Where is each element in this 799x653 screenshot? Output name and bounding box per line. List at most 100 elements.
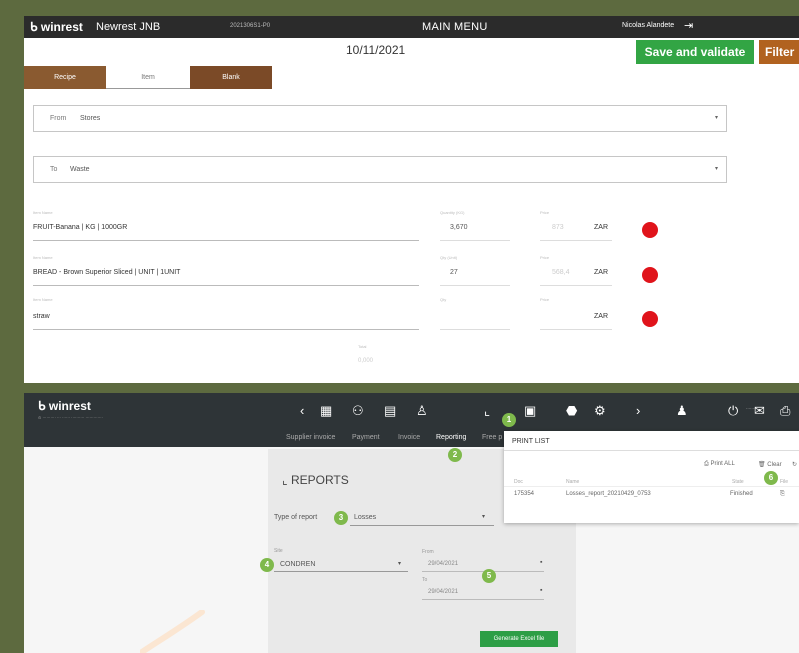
currency-label: ZAR: [594, 269, 608, 276]
waste-entry-panel: ᑲ winrest Newrest JNB 2021306S1-P0 MAIN …: [24, 16, 799, 383]
power-icon[interactable]: ⏻: [728, 403, 738, 419]
site-underline: [274, 571, 408, 572]
print-row-name: Losses_report_20210429_0753: [566, 491, 651, 497]
from-date-label: From: [422, 549, 434, 555]
save-and-validate-button[interactable]: Save and validate: [636, 40, 754, 64]
from-value: Stores: [80, 115, 101, 122]
quantity-underline: [440, 240, 510, 241]
chevron-left-icon[interactable]: ‹: [300, 403, 304, 418]
clear-button[interactable]: 🗑 Clear: [758, 461, 782, 468]
price-caption: Price: [540, 210, 550, 215]
step-badge-4: 4: [260, 558, 274, 572]
contact-card-icon[interactable]: ▣: [524, 403, 536, 419]
refresh-icon[interactable]: ↻: [792, 461, 797, 468]
filter-button[interactable]: Filter: [759, 40, 799, 64]
tab-recipe[interactable]: Recipe: [24, 66, 106, 89]
logo-icon: ᑲ: [30, 20, 41, 34]
print-row-state: Finished: [730, 491, 753, 497]
logout-icon[interactable]: ⇥: [684, 19, 693, 32]
price-underline: [540, 240, 612, 241]
calendar-icon[interactable]: ▪: [540, 559, 542, 566]
site-label: Site: [274, 548, 283, 554]
currency-label: ZAR: [594, 224, 608, 231]
col-doc: Doc: [514, 479, 523, 485]
total-value: 0,000: [358, 358, 374, 364]
chart-icon: ⌞: [282, 473, 291, 487]
item-name[interactable]: BREAD - Brown Superior Sliced | UNIT | 1…: [33, 269, 180, 276]
reporting-chart-icon[interactable]: ⌞: [484, 403, 490, 419]
tab-item[interactable]: Item: [106, 66, 190, 89]
main-menu-link[interactable]: MAIN MENU: [422, 21, 488, 33]
chevron-down-icon: ▾: [714, 115, 718, 121]
step-badge-5: 5: [482, 569, 496, 583]
calendar-icon[interactable]: ▪: [540, 587, 542, 594]
generate-excel-button[interactable]: Generate Excel file: [480, 631, 558, 647]
session-info: ⊙ ·········· ··· ······ ·········· ·····…: [38, 415, 103, 420]
col-state: State: [732, 479, 744, 485]
quantity-caption: Qty: [440, 297, 447, 302]
type-of-report-select[interactable]: Losses: [354, 514, 376, 521]
to-date-label: To: [422, 577, 428, 583]
quantity-underline: [440, 285, 510, 286]
hierarchy-icon[interactable]: ⚇: [352, 403, 364, 419]
step-badge-3: 3: [334, 511, 348, 525]
quantity-caption: Qty (Unit): [440, 255, 458, 260]
quantity-field[interactable]: 3,670: [450, 224, 468, 231]
quantity-field[interactable]: 27: [450, 269, 458, 276]
chevron-right-icon[interactable]: ›: [636, 403, 640, 418]
price-caption: Price: [540, 255, 550, 260]
item-name-underline: [33, 329, 419, 330]
reports-title: ⌞ REPORTS: [282, 473, 349, 487]
chevron-down-icon: ▾: [398, 561, 402, 567]
site-select[interactable]: CONDREN: [280, 561, 315, 568]
to-label: To: [50, 166, 58, 173]
nav-invoice[interactable]: Invoice: [398, 434, 420, 441]
session-code: 2021306S1-P0: [230, 23, 271, 29]
delete-row-button[interactable]: [642, 311, 658, 327]
from-select[interactable]: From Stores ▾: [33, 105, 727, 132]
price-field[interactable]: 568,4: [552, 269, 570, 276]
trash-icon: 🗑: [758, 462, 766, 468]
account-icon[interactable]: ♟: [676, 403, 688, 419]
item-name-caption: Item Name: [33, 255, 53, 260]
quantity-caption: Quantity (KG): [440, 210, 465, 215]
print-list-popup: PRINT LIST ⎙ Print ALL 🗑 Clear ↻ Doc Nam…: [504, 431, 799, 523]
chevron-down-icon: ▾: [482, 514, 486, 520]
item-name[interactable]: FRUIT-Banana | KG | 1000GR: [33, 224, 127, 231]
print-list-title: PRINT LIST: [512, 438, 550, 445]
to-date-input[interactable]: 29/04/2021: [428, 589, 458, 595]
price-underline: [540, 285, 612, 286]
nav-supplier-invoice[interactable]: Supplier invoice: [286, 434, 335, 441]
user-icon[interactable]: ♙: [416, 403, 428, 419]
invoice-icon[interactable]: ▤: [384, 403, 396, 419]
download-file-icon[interactable]: ⎘: [780, 491, 785, 498]
dashboard-icon[interactable]: ▦: [320, 403, 332, 419]
logo-icon: ᑲ: [38, 399, 49, 413]
top-bar: ᑲ winrest Newrest JNB 2021306S1-P0 MAIN …: [24, 16, 799, 38]
delete-row-button[interactable]: [642, 267, 658, 283]
nav-reporting[interactable]: Reporting: [436, 434, 466, 441]
to-underline: [422, 599, 544, 600]
venue-name: Newrest JNB: [96, 21, 161, 33]
mail-icon[interactable]: ✉: [754, 403, 765, 419]
total-caption: Total: [358, 344, 367, 349]
item-name-underline: [33, 240, 419, 241]
item-name[interactable]: straw: [33, 313, 50, 320]
print-icon[interactable]: ⎙: [780, 403, 790, 419]
item-name-caption: Item Name: [33, 210, 53, 215]
step-badge-1: 1: [502, 413, 516, 427]
document-date: 10/11/2021: [346, 43, 406, 57]
box-icon[interactable]: ⬣: [566, 403, 577, 419]
gear-icon[interactable]: ⚙: [594, 403, 606, 419]
price-field[interactable]: 873: [552, 224, 564, 231]
winrest-logo: ᑲ winrest: [30, 20, 83, 34]
delete-row-button[interactable]: [642, 222, 658, 238]
nav-payment[interactable]: Payment: [352, 434, 380, 441]
print-all-button[interactable]: ⎙ Print ALL: [704, 461, 735, 468]
from-date-input[interactable]: 29/04/2021: [428, 561, 458, 567]
nav-free[interactable]: Free p: [482, 434, 502, 441]
col-name: Name: [566, 479, 580, 485]
tab-blank[interactable]: Blank: [190, 66, 272, 89]
header-divider: [504, 486, 799, 487]
to-select[interactable]: To Waste ▾: [33, 156, 727, 183]
